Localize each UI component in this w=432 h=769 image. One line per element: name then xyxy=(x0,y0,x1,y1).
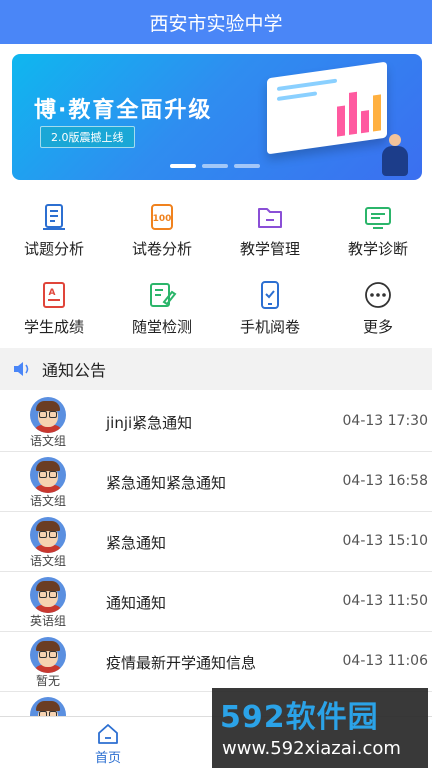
app-header: 西安市实验中学 xyxy=(0,0,432,44)
notice-title: jinji紧急通知 xyxy=(106,414,193,432)
avatar xyxy=(30,457,66,493)
notice-group: 暂无 xyxy=(35,674,60,688)
pager-dot[interactable] xyxy=(170,164,196,168)
banner-person-illustration xyxy=(382,134,408,176)
more-icon xyxy=(365,282,391,308)
avatar xyxy=(30,517,66,553)
watermark-brand: 592软件园 xyxy=(220,700,379,735)
menu-item-student-grades[interactable]: A 学生成绩 xyxy=(0,274,108,344)
notice-time: 04-13 15:10 xyxy=(342,533,428,549)
avatar xyxy=(30,697,66,716)
menu-item-teaching-diagnosis[interactable]: 教学诊断 xyxy=(324,196,432,266)
grade-sheet-icon: A xyxy=(43,282,65,308)
menu-item-label: 教学管理 xyxy=(239,240,300,258)
pager-dot[interactable] xyxy=(234,164,260,168)
notice-row[interactable]: 语文组 紧急通知 04-13 15:10 xyxy=(0,512,432,572)
menu-item-more[interactable]: 更多 xyxy=(324,274,432,344)
menu-item-label: 学生成绩 xyxy=(23,318,84,336)
banner-tag: 2.0版震撼上线 xyxy=(40,126,135,148)
banner-pager[interactable] xyxy=(170,164,260,168)
document-list-icon xyxy=(43,204,65,230)
menu-item-label: 试题分析 xyxy=(23,240,84,258)
menu-item-teaching-management[interactable]: 教学管理 xyxy=(216,196,324,266)
menu-item-label: 随堂检测 xyxy=(131,318,192,336)
promo-banner[interactable]: 博·教育全面升级 2.0版震撼上线 xyxy=(12,54,422,180)
notice-heading: 通知公告 xyxy=(42,361,107,380)
pager-dot[interactable] xyxy=(202,164,228,168)
menu-item-paper-analysis[interactable]: 100 试卷分析 xyxy=(108,196,216,266)
notice-group: 语文组 xyxy=(29,554,66,568)
score-100-icon: 100 xyxy=(151,204,173,230)
menu-item-label: 教学诊断 xyxy=(347,240,408,258)
notice-title: 疫情最新开学通知信息 xyxy=(106,654,257,672)
monitor-icon xyxy=(365,207,391,229)
notice-row[interactable]: 语文组 紧急通知紧急通知 04-13 16:58 xyxy=(0,452,432,512)
notice-row[interactable]: 暂无 疫情最新开学通知信息 04-13 11:06 xyxy=(0,632,432,692)
svg-text:100: 100 xyxy=(153,214,172,224)
notice-row[interactable]: 语文组 jinji紧急通知 04-13 17:30 xyxy=(0,392,432,452)
edit-note-icon xyxy=(150,283,177,307)
notice-title: 紧急通知 xyxy=(106,534,167,552)
notice-section-header: 通知公告 xyxy=(0,348,432,390)
notice-time: 04-13 17:30 xyxy=(342,413,428,429)
svg-text:A: A xyxy=(49,288,56,298)
folder-icon xyxy=(258,208,282,228)
avatar xyxy=(30,577,66,613)
home-icon xyxy=(98,724,118,744)
tab-home[interactable]: 首页 xyxy=(78,717,138,769)
phone-check-icon xyxy=(261,281,279,309)
banner-title: 博·教育全面升级 xyxy=(34,98,213,123)
speaker-icon xyxy=(14,362,29,376)
notice-time: 04-13 11:50 xyxy=(342,593,428,609)
watermark-url: www.592xiazai.com xyxy=(222,738,401,759)
function-grid: 试题分析 100 试卷分析 教学管理 教学诊断 A 学生成绩 随堂检测 手机阅卷… xyxy=(0,196,432,346)
tab-home-label: 首页 xyxy=(94,751,121,766)
menu-item-label: 试卷分析 xyxy=(131,240,192,258)
menu-item-label: 更多 xyxy=(362,318,393,336)
menu-item-label: 手机阅卷 xyxy=(239,318,300,336)
menu-item-class-test[interactable]: 随堂检测 xyxy=(108,274,216,344)
notice-time: 04-13 16:58 xyxy=(342,473,428,489)
notice-group: 语文组 xyxy=(29,494,66,508)
notice-group: 英语组 xyxy=(29,614,66,628)
menu-item-mobile-marking[interactable]: 手机阅卷 xyxy=(216,274,324,344)
notice-title: 通知通知 xyxy=(106,594,167,612)
notice-time: 04-13 11:06 xyxy=(342,653,428,669)
avatar xyxy=(30,637,66,673)
watermark-overlay: 592软件园 www.592xiazai.com xyxy=(212,688,428,768)
page-title: 西安市实验中学 xyxy=(149,12,283,35)
notice-row[interactable]: 英语组 通知通知 04-13 11:50 xyxy=(0,572,432,632)
menu-item-question-analysis[interactable]: 试题分析 xyxy=(0,196,108,266)
avatar xyxy=(30,397,66,433)
notice-group: 语文组 xyxy=(29,434,66,448)
notice-title: 紧急通知紧急通知 xyxy=(106,474,227,492)
banner-illustration xyxy=(267,61,387,155)
notice-list: 语文组 jinji紧急通知 04-13 17:30 语文组 紧急通知紧急通知 0… xyxy=(0,392,432,716)
